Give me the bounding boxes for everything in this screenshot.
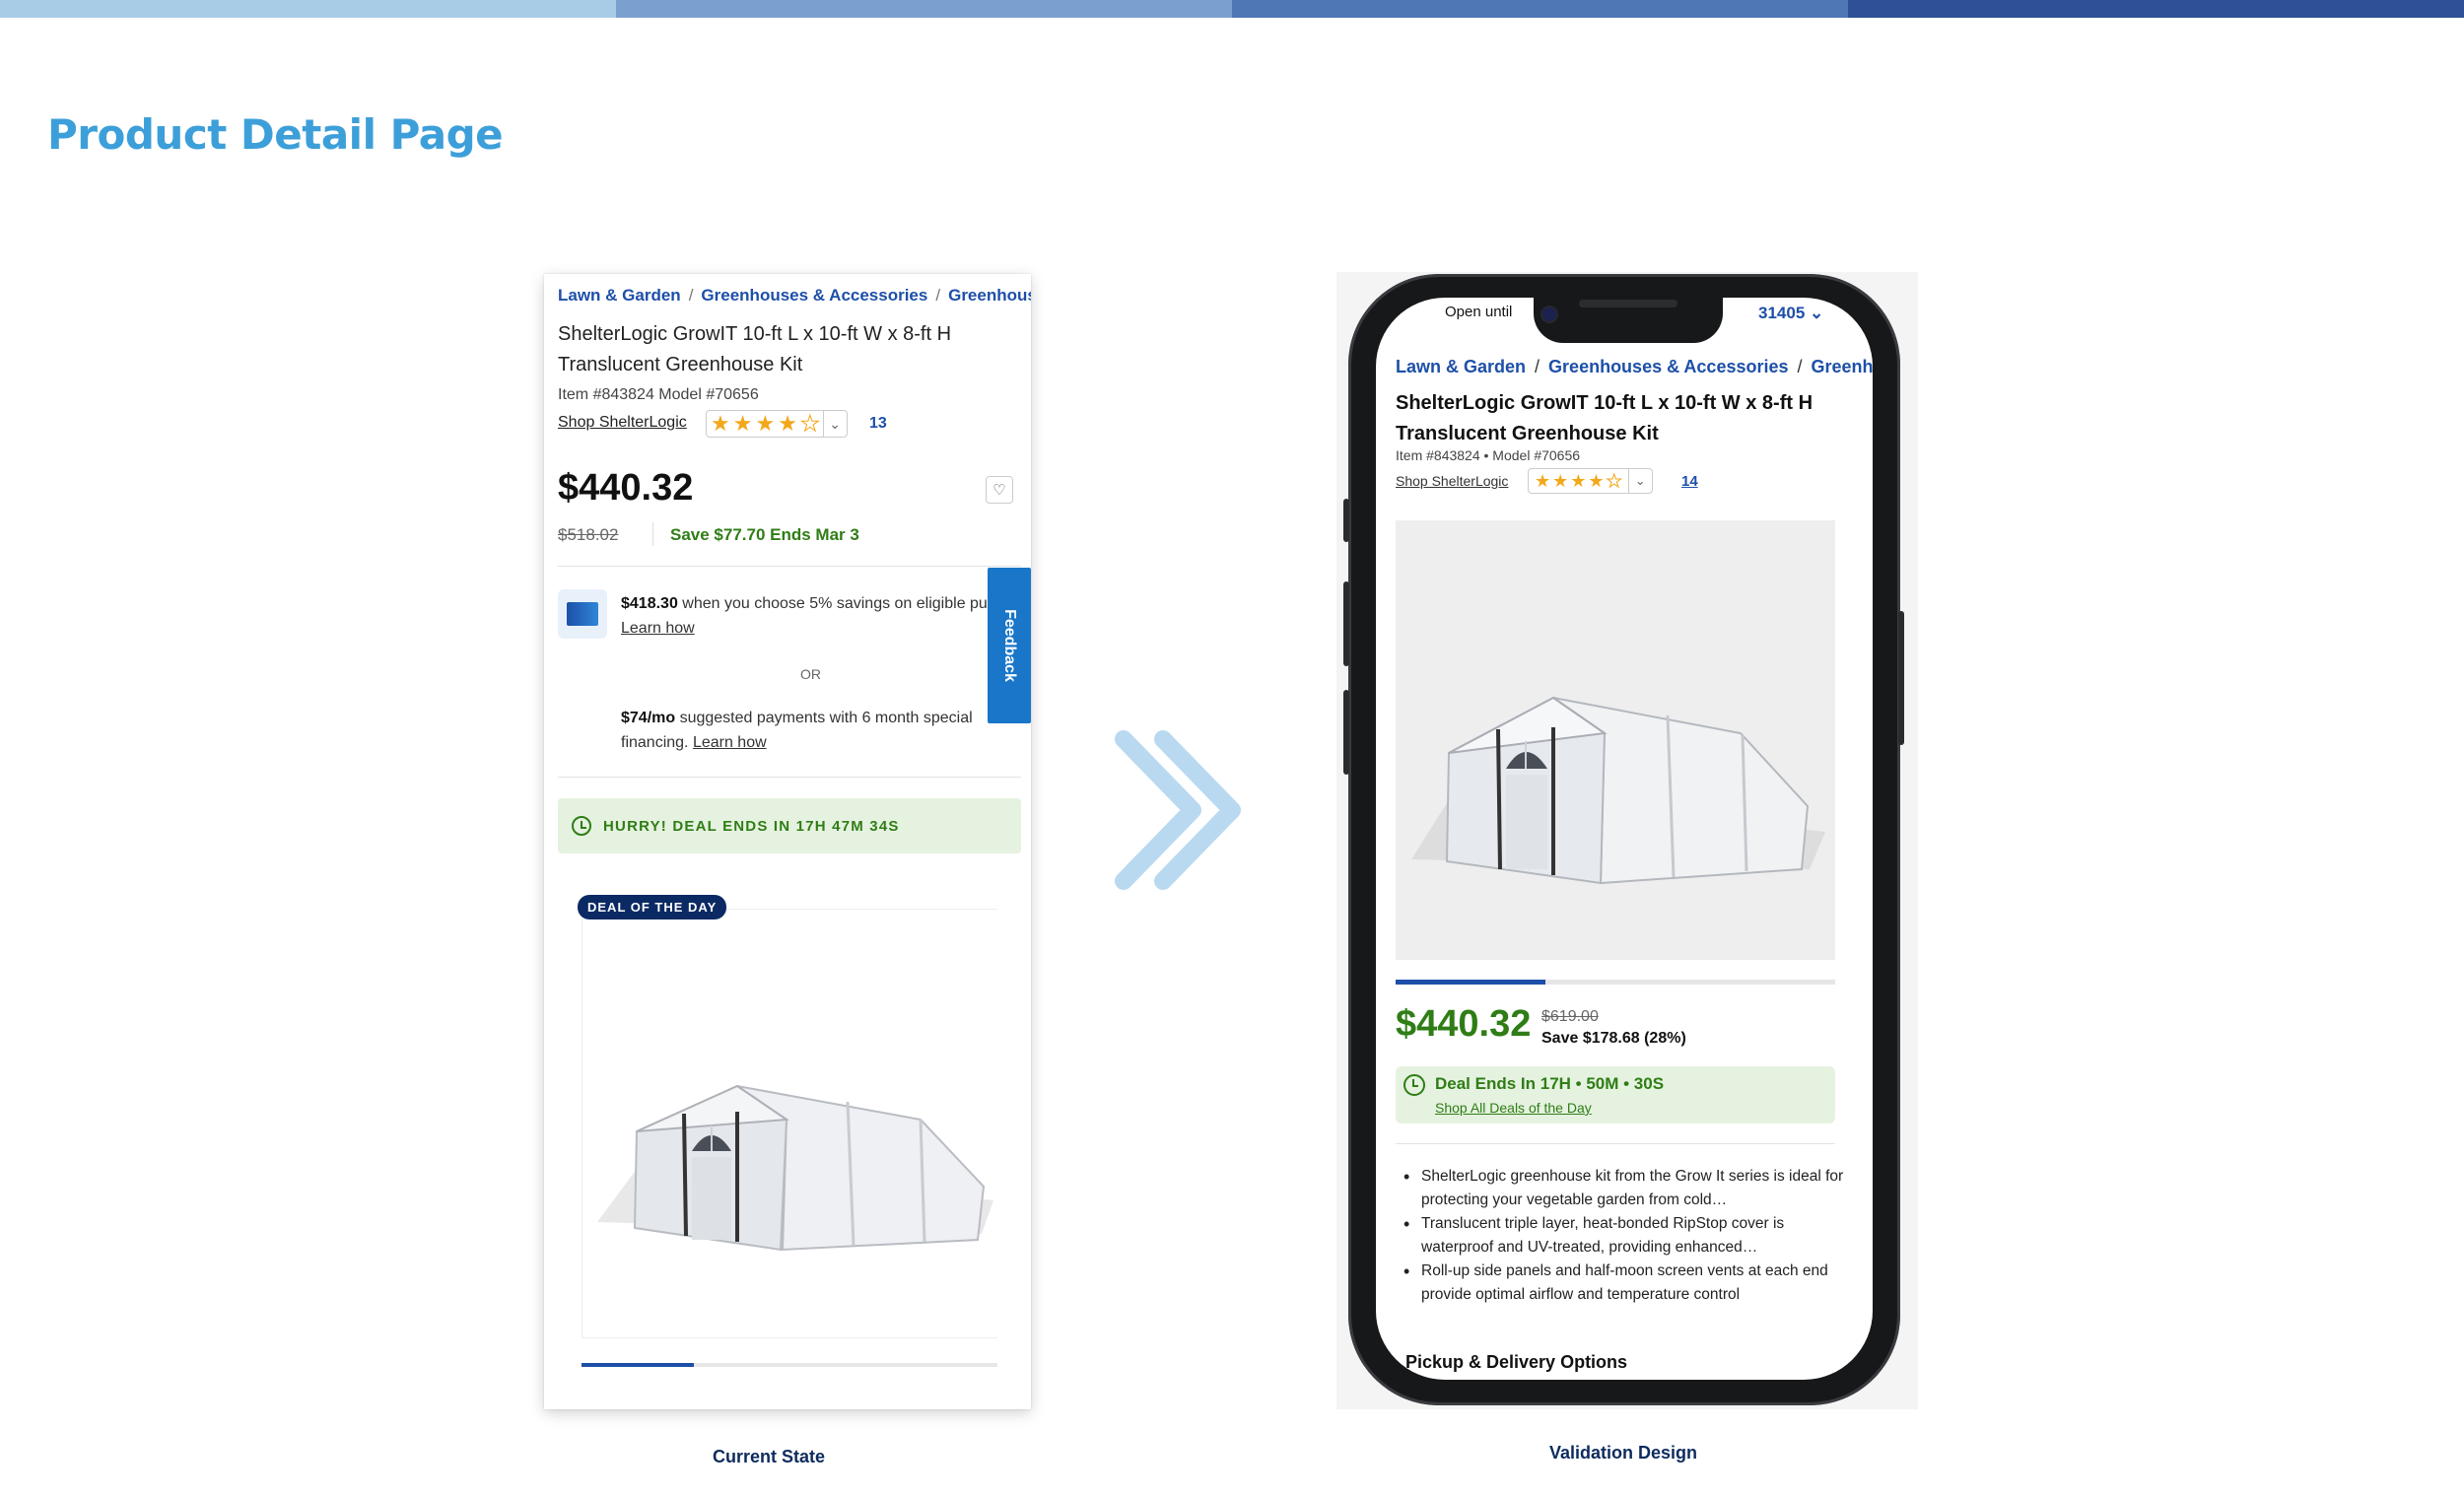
deal-countdown-banner: Deal Ends In 17H • 50M • 30S Shop All De… <box>1396 1066 1835 1124</box>
learn-how-link[interactable]: Learn how <box>621 620 695 637</box>
savings-text: Save $178.68 (28%) <box>1541 1030 1686 1047</box>
deal-countdown-text: Deal Ends In 17H • 50M • 30S <box>1435 1074 1665 1093</box>
or-separator: OR <box>800 666 821 682</box>
breadcrumb-item[interactable]: Lawn & Garden <box>558 286 681 305</box>
divider <box>1396 1143 1835 1144</box>
review-count[interactable]: 14 <box>1681 473 1698 490</box>
breadcrumb-separator: / <box>1797 357 1803 376</box>
product-title: ShelterLogic GrowIT 10-ft L x 10-ft W x … <box>558 323 952 375</box>
strip-segment-2 <box>616 0 1232 18</box>
zip-code-selector[interactable]: 31405 ⌄ <box>1758 304 1823 323</box>
breadcrumb: Lawn & Garden / Greenhouses & Accessories /… <box>558 286 1031 306</box>
star-full-icon: ★ <box>711 411 730 436</box>
page-title: Product Detail Page <box>47 110 504 159</box>
product-highlights: ShelterLogic greenhouse kit from the Gro… <box>1402 1165 1855 1307</box>
camera-icon <box>1542 307 1556 321</box>
chevron-down-icon[interactable]: ⌄ <box>1627 469 1652 493</box>
star-full-icon: ★ <box>732 411 753 436</box>
phone-notch <box>1534 292 1723 343</box>
star-rating[interactable]: ★ ★ ★ ★ ★ ⌄ <box>1528 468 1653 494</box>
breadcrumb-item[interactable]: Lawn & Garden <box>1396 357 1526 376</box>
zip-code: 31405 <box>1758 304 1806 322</box>
feedback-tab[interactable]: Feedback <box>988 568 1031 723</box>
financing-price: $74/mo <box>621 710 676 726</box>
breadcrumb-separator: / <box>1535 357 1540 376</box>
image-carousel-progress[interactable] <box>582 1363 997 1367</box>
breadcrumb-item[interactable]: Greenhouses & Accessories <box>701 286 927 305</box>
credit-card-promo: $418.30 when you choose 5% savings on el… <box>621 591 1031 641</box>
star-full-icon: ★ <box>1588 470 1605 491</box>
pickup-delivery-heading: Pickup & Delivery Options <box>1405 1352 1628 1372</box>
was-price: $619.00 <box>1541 1008 1599 1025</box>
star-full-icon: ★ <box>1535 470 1551 491</box>
deal-countdown-text: HURRY! DEAL ENDS IN 17H 47M 34S <box>603 817 900 835</box>
strip-segment-4 <box>1848 0 2464 18</box>
greenhouse-product-image[interactable] <box>1405 603 1829 889</box>
breadcrumb-separator: / <box>935 286 941 305</box>
divider <box>558 777 1021 778</box>
item-model-number: Item #843824 • Model #70656 <box>1396 447 1581 463</box>
star-empty-icon: ★ <box>799 411 820 437</box>
star-full-icon: ★ <box>755 411 776 436</box>
phone-side-button <box>1898 611 1904 745</box>
validation-design-screen: Open until 31405 ⌄ Lawn & Garden / Greenho… <box>1376 298 1873 1380</box>
phone-side-button <box>1343 499 1349 542</box>
chevron-down-icon[interactable]: ⌄ <box>822 411 847 437</box>
current-state-caption: Current State <box>713 1447 826 1466</box>
clock-icon <box>1403 1074 1425 1096</box>
breadcrumb-item[interactable]: Greenhouses & Accessories <box>1548 357 1788 376</box>
was-price: $518.02 <box>558 525 619 544</box>
breadcrumb: Lawn & Garden / Greenhouses & Accessories /… <box>1396 357 1873 377</box>
phone-side-button <box>1343 581 1349 666</box>
star-empty-icon: ★ <box>1606 470 1622 491</box>
chevron-down-icon: ⌄ <box>1805 304 1824 322</box>
validation-design-caption: Validation Design <box>1549 1443 1698 1463</box>
breadcrumb-separator: / <box>688 286 694 305</box>
item-model-number: Item #843824 Model #70656 <box>558 386 759 403</box>
progress-fill <box>582 1363 694 1367</box>
store-hours-text[interactable]: Open until <box>1445 304 1512 320</box>
phone-side-button <box>1343 690 1349 775</box>
divider <box>652 522 653 546</box>
shop-brand-link[interactable]: Shop ShelterLogic <box>558 414 687 432</box>
learn-how-link[interactable]: Learn how <box>693 734 767 751</box>
heart-icon[interactable]: ♡ <box>986 476 1013 504</box>
product-price: $440.32 <box>558 467 694 509</box>
product-title: ShelterLogic GrowIT 10-ft L x 10-ft W x … <box>1396 392 1814 444</box>
list-item: Translucent triple layer, heat-bonded Ri… <box>1402 1212 1855 1260</box>
list-item: ShelterLogic greenhouse kit from the Gro… <box>1402 1165 1855 1212</box>
clock-icon <box>572 816 591 836</box>
star-full-icon: ★ <box>1570 470 1587 491</box>
card-icon <box>558 589 607 639</box>
feedback-label: Feedback <box>1001 609 1018 682</box>
progress-fill <box>1396 980 1545 985</box>
top-color-strip <box>0 0 2464 18</box>
strip-segment-1 <box>0 0 616 18</box>
image-carousel-progress[interactable] <box>1396 980 1835 985</box>
financing-promo: $74/mo suggested payments with 6 month s… <box>621 706 995 755</box>
divider <box>558 566 1021 567</box>
shop-deals-link[interactable]: Shop All Deals of the Day <box>1435 1100 1592 1116</box>
star-full-icon: ★ <box>1552 470 1569 491</box>
savings-text: Save $77.70 Ends Mar 3 <box>670 525 859 544</box>
star-full-icon: ★ <box>778 411 797 436</box>
breadcrumb-item[interactable]: Greenhouses <box>948 286 1031 305</box>
promo-price: $418.30 <box>621 595 678 612</box>
strip-segment-3 <box>1232 0 1848 18</box>
deal-countdown-banner: HURRY! DEAL ENDS IN 17H 47M 34S <box>558 798 1021 853</box>
shop-brand-link[interactable]: Shop ShelterLogic <box>1396 473 1508 489</box>
deal-of-the-day-badge: DEAL OF THE DAY <box>578 895 727 919</box>
current-state-screenshot: Lawn & Garden / Greenhouses & Accessories /… <box>544 274 1031 1409</box>
review-count[interactable]: 13 <box>869 415 887 433</box>
breadcrumb-item[interactable]: Greenhouses <box>1812 357 1873 376</box>
product-price: $440.32 <box>1396 1003 1532 1045</box>
promo-text: when you choose 5% savings on eligible p… <box>682 595 1031 612</box>
star-rating[interactable]: ★ ★ ★ ★ ★ ⌄ <box>706 410 848 438</box>
double-chevron-right-icon <box>1115 730 1241 890</box>
greenhouse-product-image[interactable] <box>589 993 1003 1260</box>
list-item: Roll-up side panels and half-moon screen… <box>1402 1260 1855 1307</box>
